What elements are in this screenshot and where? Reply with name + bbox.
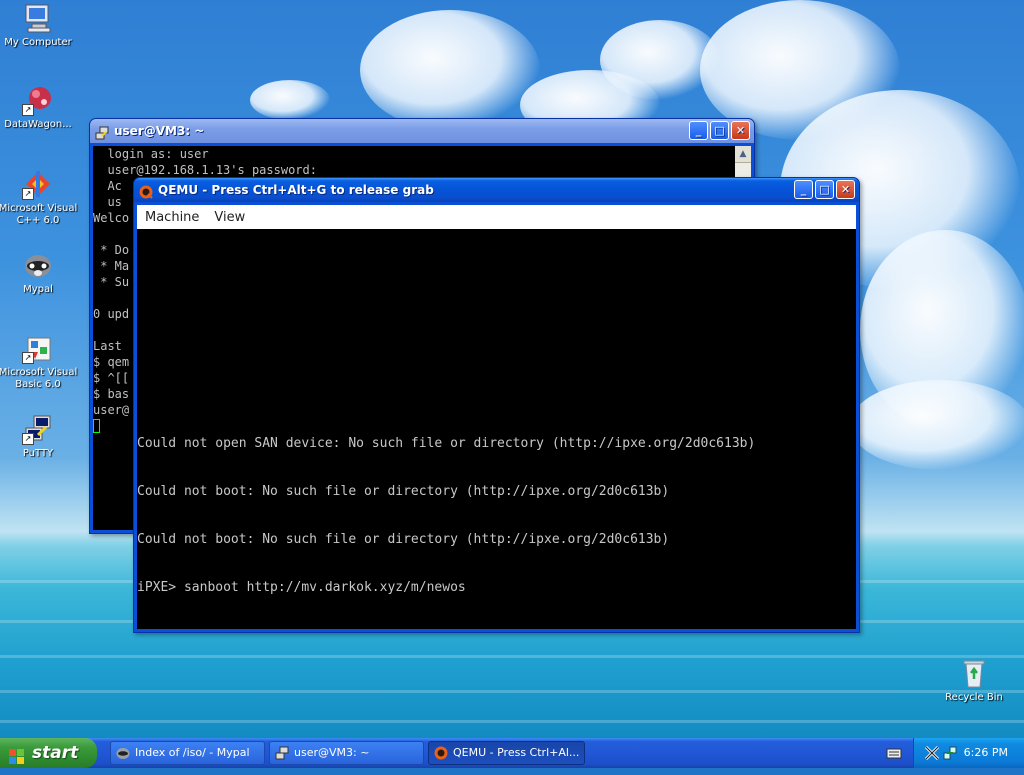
qemu-title: QEMU - Press Ctrl+Alt+G to release grab bbox=[158, 183, 434, 197]
qemu-display[interactable]: Could not open SAN device: No such file … bbox=[137, 229, 856, 629]
putty-titlebar[interactable]: user@VM3: ~ _ □ ✕ bbox=[90, 119, 754, 143]
desktop-icon-datawagon[interactable]: ↗ DataWagon... bbox=[0, 84, 78, 131]
menu-machine[interactable]: Machine bbox=[137, 205, 206, 225]
putty-icon bbox=[275, 746, 289, 760]
desktop-icon-visual-cpp[interactable]: ↗ Microsoft Visual C++ 6.0 bbox=[0, 168, 78, 227]
taskbar-item-label: Index of /iso/ - Mypal bbox=[135, 746, 250, 759]
desktop-icon-recycle-bin[interactable]: Recycle Bin bbox=[934, 657, 1014, 704]
minimize-button[interactable]: _ bbox=[689, 121, 708, 140]
network-tray-icon[interactable] bbox=[942, 745, 958, 761]
desktop-icon-label: PuTTY bbox=[22, 448, 54, 459]
clock[interactable]: 6:26 PM bbox=[964, 746, 1008, 759]
putty-title: user@VM3: ~ bbox=[114, 124, 205, 138]
maximize-button[interactable]: □ bbox=[710, 121, 729, 140]
desktop-icon-label: Microsoft Visual Basic 6.0 bbox=[0, 367, 78, 390]
close-button[interactable]: ✕ bbox=[836, 180, 855, 199]
desktop-icon-putty[interactable]: ↗ PuTTY bbox=[0, 413, 78, 460]
visual-basic-icon: ↗ bbox=[22, 332, 54, 364]
minimize-button[interactable]: _ bbox=[794, 180, 813, 199]
mypal-icon bbox=[22, 249, 54, 281]
mypal-icon bbox=[116, 746, 130, 760]
taskbar-item-label: QEMU - Press Ctrl+Al... bbox=[453, 746, 580, 759]
qemu-window[interactable]: QEMU - Press Ctrl+Alt+G to release grab … bbox=[133, 177, 860, 633]
console-line: Could not open SAN device: No such file … bbox=[137, 436, 756, 451]
recycle-bin-icon bbox=[958, 657, 990, 689]
desktop-icon-label: Microsoft Visual C++ 6.0 bbox=[0, 203, 78, 226]
desktop-icon-label: My Computer bbox=[4, 37, 72, 48]
maximize-button[interactable]: □ bbox=[815, 180, 834, 199]
console-line: Could not boot: No such file or director… bbox=[137, 484, 670, 499]
datawagon-icon: ↗ bbox=[22, 84, 54, 116]
start-button[interactable]: start bbox=[0, 738, 97, 768]
putty-icon: ↗ bbox=[22, 413, 54, 445]
windows-logo-icon bbox=[9, 745, 25, 764]
terminal-line: user@192.168.1.13's password: bbox=[93, 163, 317, 177]
taskbar-item-mypal[interactable]: Index of /iso/ - Mypal bbox=[110, 741, 265, 765]
taskbar: start Index of /iso/ - Mypal user@VM3: ~… bbox=[0, 738, 1024, 768]
scroll-up-arrow-icon[interactable]: ▲ bbox=[735, 146, 751, 163]
close-button[interactable]: ✕ bbox=[731, 121, 750, 140]
desktop-icon-label: DataWagon... bbox=[4, 119, 72, 130]
desktop-icon-mypal[interactable]: Mypal bbox=[0, 249, 78, 296]
console-line: Could not boot: No such file or director… bbox=[137, 532, 670, 547]
x-app-tray-icon[interactable] bbox=[924, 745, 940, 761]
terminal-cursor bbox=[93, 419, 100, 433]
qemu-icon bbox=[434, 746, 448, 760]
qemu-titlebar[interactable]: QEMU - Press Ctrl+Alt+G to release grab … bbox=[134, 178, 859, 202]
qemu-icon bbox=[139, 183, 153, 199]
putty-icon bbox=[95, 124, 109, 140]
desktop-icon-my-computer[interactable]: My Computer bbox=[0, 2, 78, 49]
taskbar-item-qemu[interactable]: QEMU - Press Ctrl+Al... bbox=[428, 741, 585, 765]
my-computer-icon bbox=[22, 2, 54, 34]
qemu-menubar: Machine View bbox=[137, 205, 856, 229]
taskbar-item-label: user@VM3: ~ bbox=[294, 746, 370, 759]
desktop-icon-label: Recycle Bin bbox=[945, 692, 1003, 703]
menu-view[interactable]: View bbox=[206, 205, 252, 225]
visual-cpp-icon: ↗ bbox=[22, 168, 54, 200]
desktop-icon-visual-basic[interactable]: ↗ Microsoft Visual Basic 6.0 bbox=[0, 332, 78, 391]
start-label: start bbox=[32, 743, 79, 763]
system-tray: 6:26 PM bbox=[913, 738, 1024, 768]
keyboard-icon[interactable] bbox=[886, 746, 902, 760]
terminal-line: login as: user bbox=[93, 147, 209, 161]
console-prompt-line: iPXE> sanboot http://mv.darkok.xyz/m/new… bbox=[137, 580, 466, 595]
desktop-icon-label: Mypal bbox=[23, 284, 53, 295]
taskbar-item-putty[interactable]: user@VM3: ~ bbox=[269, 741, 424, 765]
